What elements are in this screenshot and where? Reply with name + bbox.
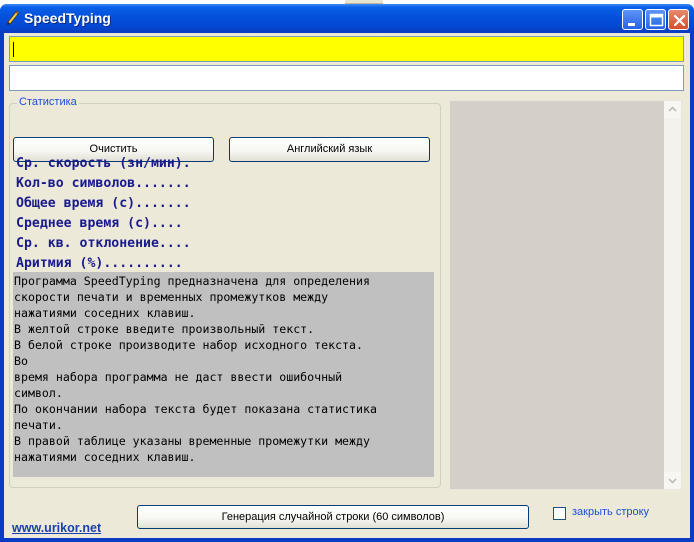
close-button[interactable] [668,9,689,30]
help-line: В желтой строке введите произвольный тек… [14,322,315,336]
website-link[interactable]: www.urikor.net [12,521,101,535]
window-title: SpeedTyping [24,10,111,26]
typing-text-input[interactable] [10,66,683,90]
help-line: В белой строке производите набор исходно… [14,338,364,352]
scroll-down-button[interactable] [664,472,681,489]
help-line: печати. [14,418,63,432]
stat-total-time: Общее время (с)....... [16,196,191,211]
maximize-button[interactable] [645,9,666,30]
language-button[interactable]: Английский язык [229,137,430,162]
title-bar[interactable]: SpeedTyping [0,4,694,33]
maximize-icon [649,13,664,27]
close-line-label[interactable]: закрыть строку [572,506,649,518]
pencil-icon [7,10,20,25]
typing-text-field[interactable] [9,65,684,91]
stat-std-deviation: Ср. кв. отклонение.... [16,236,191,251]
close-icon [673,14,686,27]
help-line: время набора программа не даст ввести ош… [14,370,343,384]
app-window: SpeedTyping Статистика Очистить Английск… [0,4,694,542]
stat-arrhythmia: Аритмия (%).......... [16,256,183,271]
close-line-checkbox[interactable] [553,507,566,520]
text-caret [13,42,14,57]
generate-random-string-button[interactable]: Генерация случайной строки (60 символов) [137,505,529,529]
scroll-up-button[interactable] [664,101,681,118]
help-text-box: Программа SpeedTyping предназначена для … [13,272,434,477]
help-line: символ. [14,386,63,400]
chevron-down-icon [668,478,677,484]
help-line: нажатиями соседних клавиш. [14,450,196,464]
help-line: В правой таблице указаны временные проме… [14,434,370,448]
stat-speed: Ср. скорость (зн/мин). [16,156,191,171]
keystroke-intervals-table[interactable] [449,100,682,490]
chevron-up-icon [668,106,677,112]
client-area: Статистика Очистить Английский язык Ср. … [4,33,690,538]
minimize-icon [628,23,635,26]
statistics-legend: Статистика [17,96,79,108]
reference-text-field[interactable] [9,36,684,62]
vertical-scrollbar[interactable] [664,101,681,489]
stat-average-time: Среднее время (с).... [16,216,183,231]
help-line: Программа SpeedTyping предназначена для … [14,274,370,288]
help-line: нажатиями соседних клавиш. [14,306,196,320]
help-line: По окончании набора текста будет показан… [14,402,377,416]
reference-text-input[interactable] [10,37,683,61]
minimize-button[interactable] [622,9,643,30]
help-line: скорости печати и временных промежутков … [14,290,329,304]
stat-char-count: Кол-во символов....... [16,176,191,191]
help-line: Во [14,354,28,368]
